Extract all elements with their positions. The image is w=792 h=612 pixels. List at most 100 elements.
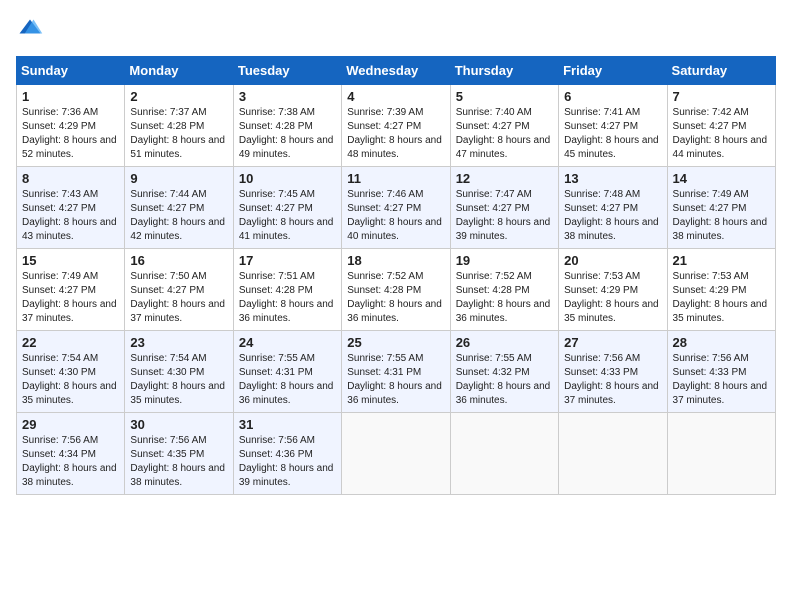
- calendar-week-row: 22 Sunrise: 7:54 AMSunset: 4:30 PMDayligh…: [17, 331, 776, 413]
- calendar-week-row: 1 Sunrise: 7:36 AMSunset: 4:29 PMDaylight…: [17, 85, 776, 167]
- day-number: 22: [22, 335, 119, 350]
- calendar-cell: 24 Sunrise: 7:55 AMSunset: 4:31 PMDayligh…: [233, 331, 341, 413]
- calendar-cell: 1 Sunrise: 7:36 AMSunset: 4:29 PMDaylight…: [17, 85, 125, 167]
- day-number: 1: [22, 89, 119, 104]
- day-number: 11: [347, 171, 444, 186]
- calendar-week-row: 29Sunrise: 7:56 AMSunset: 4:34 PMDayligh…: [17, 413, 776, 495]
- day-info: Sunrise: 7:52 AMSunset: 4:28 PMDaylight:…: [347, 270, 444, 326]
- day-info: Sunrise: 7:56 AMSunset: 4:33 PMDaylight:…: [564, 352, 661, 408]
- calendar-cell: [450, 413, 558, 495]
- day-info: Sunrise: 7:54 AMSunset: 4:30 PMDaylight:…: [22, 352, 119, 408]
- day-number: 12: [456, 171, 553, 186]
- weekday-header: Wednesday: [342, 57, 450, 85]
- calendar-cell: 21Sunrise: 7:53 AMSunset: 4:29 PMDayligh…: [667, 249, 775, 331]
- weekday-header: Sunday: [17, 57, 125, 85]
- day-info: Sunrise: 7:46 AMSunset: 4:27 PMDaylight:…: [347, 188, 444, 244]
- day-number: 2: [130, 89, 227, 104]
- day-number: 15: [22, 253, 119, 268]
- day-number: 18: [347, 253, 444, 268]
- day-number: 23: [130, 335, 227, 350]
- day-info: Sunrise: 7:48 AMSunset: 4:27 PMDaylight:…: [564, 188, 661, 244]
- day-number: 25: [347, 335, 444, 350]
- weekday-header: Monday: [125, 57, 233, 85]
- day-info: Sunrise: 7:55 AMSunset: 4:31 PMDaylight:…: [239, 352, 336, 408]
- calendar-cell: 23Sunrise: 7:54 AMSunset: 4:30 PMDayligh…: [125, 331, 233, 413]
- day-info: Sunrise: 7:37 AMSunset: 4:28 PMDaylight:…: [130, 106, 227, 162]
- calendar-table: SundayMondayTuesdayWednesdayThursdayFrid…: [16, 56, 776, 495]
- calendar-cell: 9 Sunrise: 7:44 AMSunset: 4:27 PMDaylight…: [125, 167, 233, 249]
- day-number: 31: [239, 417, 336, 432]
- day-number: 9: [130, 171, 227, 186]
- day-number: 3: [239, 89, 336, 104]
- calendar-cell: 14 Sunrise: 7:49 AMSunset: 4:27 PMDayligh…: [667, 167, 775, 249]
- calendar-cell: [342, 413, 450, 495]
- day-info: Sunrise: 7:55 AMSunset: 4:31 PMDaylight:…: [347, 352, 444, 408]
- calendar-cell: 17 Sunrise: 7:51 AMSunset: 4:28 PMDayligh…: [233, 249, 341, 331]
- calendar-week-row: 15 Sunrise: 7:49 AMSunset: 4:27 PMDayligh…: [17, 249, 776, 331]
- day-number: 14: [673, 171, 770, 186]
- day-number: 28: [673, 335, 770, 350]
- calendar-cell: 12Sunrise: 7:47 AMSunset: 4:27 PMDayligh…: [450, 167, 558, 249]
- day-info: Sunrise: 7:53 AMSunset: 4:29 PMDaylight:…: [673, 270, 770, 326]
- calendar-cell: 18 Sunrise: 7:52 AMSunset: 4:28 PMDayligh…: [342, 249, 450, 331]
- day-number: 20: [564, 253, 661, 268]
- day-info: Sunrise: 7:51 AMSunset: 4:28 PMDaylight:…: [239, 270, 336, 326]
- calendar-cell: 15 Sunrise: 7:49 AMSunset: 4:27 PMDayligh…: [17, 249, 125, 331]
- day-info: Sunrise: 7:41 AMSunset: 4:27 PMDaylight:…: [564, 106, 661, 162]
- calendar-cell: 28Sunrise: 7:56 AMSunset: 4:33 PMDayligh…: [667, 331, 775, 413]
- calendar-cell: 7 Sunrise: 7:42 AMSunset: 4:27 PMDaylight…: [667, 85, 775, 167]
- calendar-cell: 26Sunrise: 7:55 AMSunset: 4:32 PMDayligh…: [450, 331, 558, 413]
- calendar-cell: 5 Sunrise: 7:40 AMSunset: 4:27 PMDaylight…: [450, 85, 558, 167]
- calendar-cell: 30Sunrise: 7:56 AMSunset: 4:35 PMDayligh…: [125, 413, 233, 495]
- calendar-cell: 10 Sunrise: 7:45 AMSunset: 4:27 PMDayligh…: [233, 167, 341, 249]
- weekday-header: Thursday: [450, 57, 558, 85]
- logo-icon: [16, 16, 44, 44]
- day-number: 19: [456, 253, 553, 268]
- day-info: Sunrise: 7:36 AMSunset: 4:29 PMDaylight:…: [22, 106, 119, 162]
- day-info: Sunrise: 7:44 AMSunset: 4:27 PMDaylight:…: [130, 188, 227, 244]
- day-info: Sunrise: 7:39 AMSunset: 4:27 PMDaylight:…: [347, 106, 444, 162]
- weekday-header: Friday: [559, 57, 667, 85]
- day-info: Sunrise: 7:52 AMSunset: 4:28 PMDaylight:…: [456, 270, 553, 326]
- day-info: Sunrise: 7:42 AMSunset: 4:27 PMDaylight:…: [673, 106, 770, 162]
- day-info: Sunrise: 7:50 AMSunset: 4:27 PMDaylight:…: [130, 270, 227, 326]
- calendar-cell: 20 Sunrise: 7:53 AMSunset: 4:29 PMDayligh…: [559, 249, 667, 331]
- day-info: Sunrise: 7:38 AMSunset: 4:28 PMDaylight:…: [239, 106, 336, 162]
- calendar-cell: [559, 413, 667, 495]
- calendar-cell: 11 Sunrise: 7:46 AMSunset: 4:27 PMDayligh…: [342, 167, 450, 249]
- day-number: 17: [239, 253, 336, 268]
- calendar-header-row: SundayMondayTuesdayWednesdayThursdayFrid…: [17, 57, 776, 85]
- calendar-cell: 6 Sunrise: 7:41 AMSunset: 4:27 PMDaylight…: [559, 85, 667, 167]
- day-number: 24: [239, 335, 336, 350]
- day-info: Sunrise: 7:49 AMSunset: 4:27 PMDaylight:…: [22, 270, 119, 326]
- day-number: 6: [564, 89, 661, 104]
- calendar-cell: 16 Sunrise: 7:50 AMSunset: 4:27 PMDayligh…: [125, 249, 233, 331]
- day-info: Sunrise: 7:56 AMSunset: 4:34 PMDaylight:…: [22, 434, 119, 490]
- calendar-cell: 3 Sunrise: 7:38 AMSunset: 4:28 PMDaylight…: [233, 85, 341, 167]
- day-info: Sunrise: 7:56 AMSunset: 4:36 PMDaylight:…: [239, 434, 336, 490]
- logo: [16, 16, 48, 44]
- day-number: 7: [673, 89, 770, 104]
- page-header: [16, 16, 776, 44]
- calendar-cell: 19 Sunrise: 7:52 AMSunset: 4:28 PMDayligh…: [450, 249, 558, 331]
- day-number: 13: [564, 171, 661, 186]
- calendar-cell: 22 Sunrise: 7:54 AMSunset: 4:30 PMDayligh…: [17, 331, 125, 413]
- calendar-cell: 29Sunrise: 7:56 AMSunset: 4:34 PMDayligh…: [17, 413, 125, 495]
- calendar-cell: 31 Sunrise: 7:56 AMSunset: 4:36 PMDayligh…: [233, 413, 341, 495]
- calendar-week-row: 8Sunrise: 7:43 AMSunset: 4:27 PMDaylight…: [17, 167, 776, 249]
- calendar-cell: [667, 413, 775, 495]
- day-number: 27: [564, 335, 661, 350]
- day-info: Sunrise: 7:53 AMSunset: 4:29 PMDaylight:…: [564, 270, 661, 326]
- day-info: Sunrise: 7:40 AMSunset: 4:27 PMDaylight:…: [456, 106, 553, 162]
- calendar-cell: 2 Sunrise: 7:37 AMSunset: 4:28 PMDaylight…: [125, 85, 233, 167]
- calendar-cell: 8Sunrise: 7:43 AMSunset: 4:27 PMDaylight…: [17, 167, 125, 249]
- day-number: 4: [347, 89, 444, 104]
- day-number: 10: [239, 171, 336, 186]
- day-number: 16: [130, 253, 227, 268]
- weekday-header: Saturday: [667, 57, 775, 85]
- calendar-cell: 27 Sunrise: 7:56 AMSunset: 4:33 PMDayligh…: [559, 331, 667, 413]
- day-info: Sunrise: 7:49 AMSunset: 4:27 PMDaylight:…: [673, 188, 770, 244]
- calendar-cell: 25 Sunrise: 7:55 AMSunset: 4:31 PMDayligh…: [342, 331, 450, 413]
- day-number: 5: [456, 89, 553, 104]
- day-info: Sunrise: 7:45 AMSunset: 4:27 PMDaylight:…: [239, 188, 336, 244]
